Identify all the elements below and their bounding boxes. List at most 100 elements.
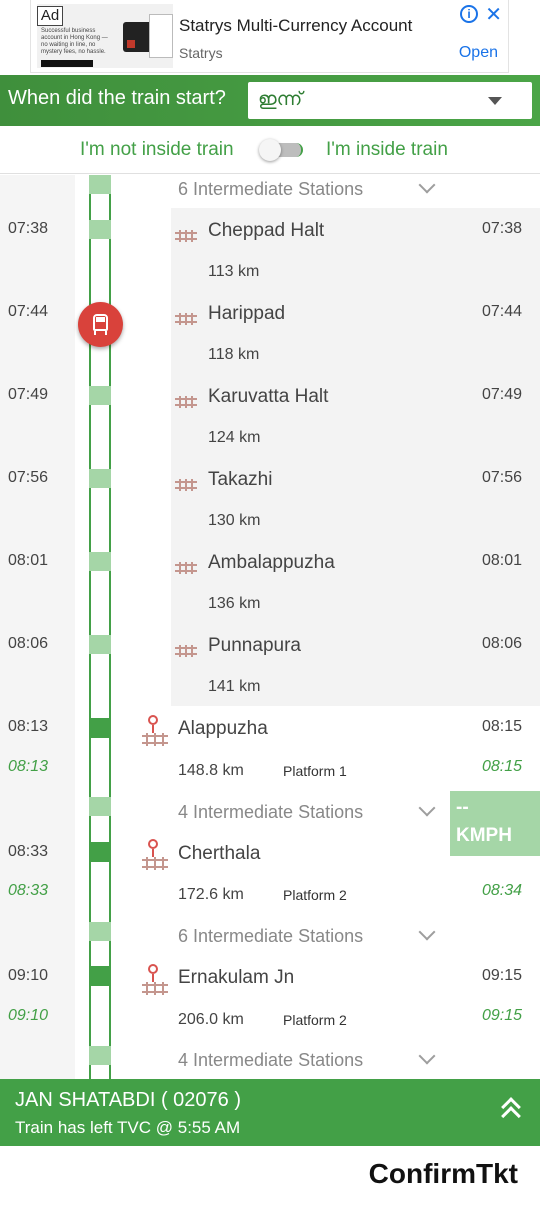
info-icon[interactable]: i [460,5,478,23]
station-distance: 148.8 km [178,762,244,779]
scheduled-arrival: 08:33 [8,843,49,860]
station-distance: 206.0 km [178,1011,244,1028]
intermediate-stations-toggle[interactable]: 4 Intermediate Stations [178,802,363,823]
ad-brand: Statrys [179,45,223,61]
start-day-header: When did the train start? ഇന്ന് [0,75,540,126]
station-pin-icon [140,964,172,996]
station-time: 08:06 [8,635,49,652]
train-status-text: Train has left TVC @ 5:55 AM [15,1118,241,1137]
actual-departure: 08:34 [481,882,522,899]
platform-number: Platform 1 [283,763,347,779]
station-time: 08:01 [8,552,49,569]
station-name: Cheppad Halt [208,220,325,241]
train-name: JAN SHATABDI ( 02076 ) [15,1089,241,1111]
footer: ConfirmTkt [0,1146,540,1206]
track-segment [89,386,111,405]
speed-value: -- [456,797,469,818]
actual-arrival: 08:33 [8,882,49,899]
rail-track-icon [175,394,197,408]
scheduled-departure: 08:15 [481,718,522,735]
station-distance: 172.6 km [178,886,244,903]
station-distance: 113 km [208,263,260,280]
station-name: Punnapura [208,635,301,656]
track-segment [89,635,111,654]
intermediate-stations-toggle[interactable]: 6 Intermediate Stations [178,926,363,947]
start-day-question: When did the train start? [8,87,226,109]
station-distance: 124 km [208,429,261,446]
track-segment [89,797,111,816]
switch-knob [259,139,281,161]
brand-logo: ConfirmTkt [368,1158,518,1189]
rail-track-icon [175,643,197,657]
station-time: 07:49 [8,386,49,403]
station-distance: 130 km [208,512,261,529]
rail-track-icon [175,477,197,491]
ad-phone-graphic [149,14,173,58]
inside-train-label[interactable]: I'm inside train [326,139,448,161]
ad-badge: Ad [37,6,63,26]
station-name: Ernakulam Jn [178,967,295,988]
track-segment [89,175,111,194]
ad-title[interactable]: Statrys Multi-Currency Account [179,16,412,36]
station-name: Takazhi [208,469,273,490]
station-time: 07:44 [8,303,49,320]
platform-number: Platform 2 [283,1012,347,1028]
start-day-value: ഇന്ന് [258,89,303,110]
not-inside-train-label[interactable]: I'm not inside train [80,139,234,161]
chevron-down-icon[interactable] [418,1047,436,1065]
track-stop-segment [89,966,111,986]
ad-open-button[interactable]: Open [459,44,498,62]
station-name: Cherthala [178,843,261,864]
station-name: Ambalappuzha [208,552,335,573]
ad-thumbnail-text: Successful business account in Hong Kong… [41,28,108,55]
station-right-time: 07:49 [481,386,522,403]
ad-thumbnail-button [41,60,93,67]
station-right-time: 07:56 [481,469,522,486]
scheduled-arrival: 09:10 [8,967,49,984]
scheduled-arrival: 08:13 [8,718,49,735]
station-name: Alappuzha [178,718,268,739]
station-right-time: 07:44 [481,303,522,320]
track-segment [89,469,111,488]
track-segment [89,1046,111,1065]
ad-card-logo [127,40,135,48]
train-position-icon[interactable] [78,302,123,347]
chevron-down-icon[interactable] [418,923,436,941]
station-distance: 118 km [208,346,260,363]
station-right-time: 08:01 [481,552,522,569]
intermediate-stations-panel [171,208,540,706]
rail-track-icon [175,311,197,325]
track-segment [89,922,111,941]
station-name: Karuvatta Halt [208,386,329,407]
scheduled-departure: 09:15 [481,967,522,984]
inside-train-switch[interactable] [259,139,305,161]
route-timeline[interactable]: 6 Intermediate Stations 07:38 Cheppad Ha… [0,175,540,1079]
intermediate-stations-toggle[interactable]: 4 Intermediate Stations [178,1050,363,1071]
track-segment [89,552,111,571]
speed-unit: KMPH [456,825,512,846]
chevron-down-icon[interactable] [418,799,436,817]
actual-departure: 09:15 [481,1007,522,1024]
chevron-down-icon[interactable] [418,176,436,194]
station-distance: 136 km [208,595,261,612]
train-status-bar[interactable]: JAN SHATABDI ( 02076 ) Train has left TV… [0,1079,540,1146]
start-day-select[interactable]: ഇന്ന് [248,82,532,119]
dropdown-arrow-icon [488,97,502,105]
actual-departure: 08:15 [481,758,522,775]
track-segment [89,220,111,239]
station-pin-icon [140,715,172,747]
actual-arrival: 09:10 [8,1007,49,1024]
ad-banner[interactable]: Successful business account in Hong Kong… [30,0,509,73]
station-pin-icon [140,839,172,871]
station-time: 07:56 [8,469,49,486]
rail-track-icon [175,228,197,242]
inside-train-toggle-row: I'm not inside train I'm inside train [0,126,540,174]
station-right-time: 08:06 [481,635,522,652]
actual-arrival: 08:13 [8,758,49,775]
station-right-time: 07:38 [481,220,522,237]
station-distance: 141 km [208,678,261,695]
station-time: 07:38 [8,220,49,237]
close-icon[interactable]: ✕ [485,2,502,27]
speed-indicator: -- KMPH [450,791,540,856]
intermediate-stations-toggle[interactable]: 6 Intermediate Stations [178,179,363,200]
